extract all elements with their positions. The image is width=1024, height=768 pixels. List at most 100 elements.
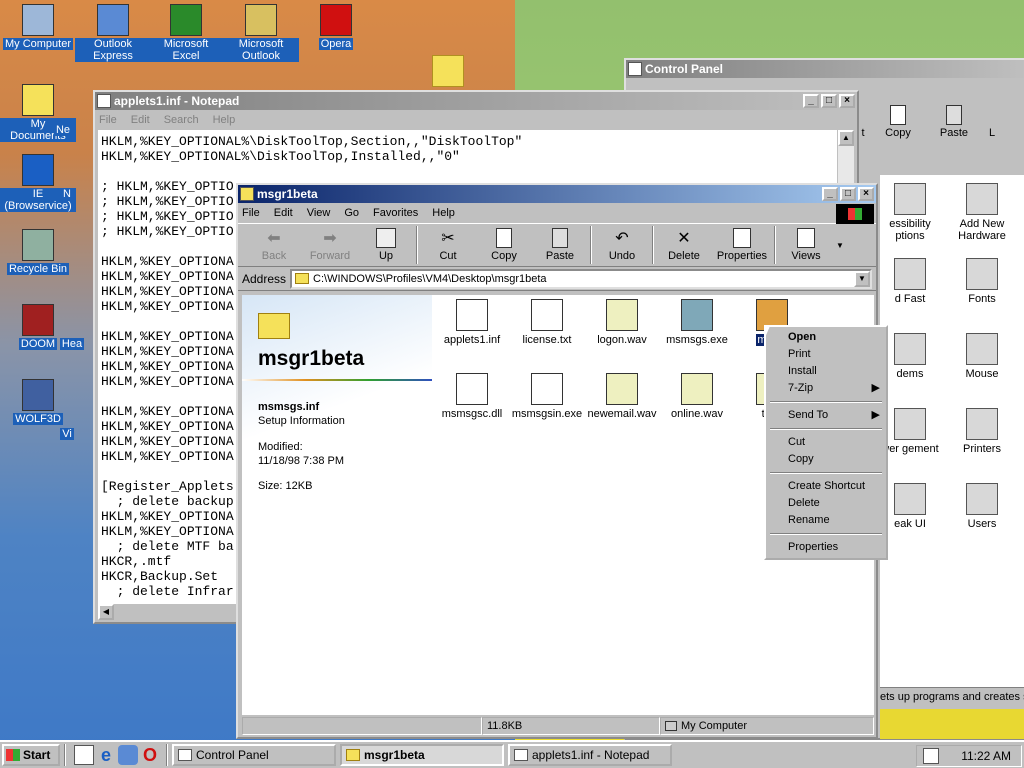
desktop-icon[interactable]: WOLF3D <box>0 379 76 425</box>
address-bar: Address C:\WINDOWS\Profiles\VM4\Desktop\… <box>238 267 876 291</box>
control-panel-item[interactable]: Add New Hardware <box>946 183 1018 242</box>
cp-toolbar-copy[interactable]: Copy <box>870 105 926 147</box>
menu-search[interactable]: Search <box>164 114 199 126</box>
context-menu-item[interactable]: 7-Zip ▶ <box>768 380 884 397</box>
menu-help[interactable]: Help <box>213 114 236 126</box>
context-menu-item[interactable]: Cut <box>768 434 884 451</box>
context-menu-item[interactable]: Copy <box>768 451 884 468</box>
scroll-left-icon[interactable]: ◀ <box>98 604 114 620</box>
file-item[interactable]: logon.wav <box>582 299 662 346</box>
tray-network-icon[interactable] <box>923 748 939 764</box>
menu-file[interactable]: File <box>99 114 117 126</box>
ie-icon[interactable]: e <box>96 745 116 765</box>
back-button[interactable]: ⬅ Back <box>246 228 302 262</box>
delete-x-icon: ✕ <box>677 230 691 247</box>
file-item[interactable]: license.txt <box>507 299 587 346</box>
views-button[interactable]: Views <box>778 228 834 262</box>
control-panel-item-icon <box>894 483 926 515</box>
delete-button[interactable]: ✕ Delete <box>656 228 712 262</box>
maximize-button[interactable]: □ <box>821 94 837 108</box>
control-panel-item[interactable]: Users <box>946 483 1018 530</box>
file-icon <box>531 373 563 405</box>
desktop-icon[interactable]: Recycle Bin <box>0 229 76 275</box>
control-panel-item[interactable]: d Fast <box>874 258 946 305</box>
control-panel-item[interactable]: Printers <box>946 408 1018 455</box>
copy-button[interactable]: Copy <box>476 228 532 262</box>
file-icon <box>456 373 488 405</box>
address-folder-icon <box>295 273 310 284</box>
views-dropdown-icon[interactable]: ▼ <box>836 241 844 250</box>
menu-go[interactable]: Go <box>344 207 359 219</box>
control-panel-item[interactable]: R <box>1018 408 1024 455</box>
desktop-folder-icon[interactable] <box>410 55 486 89</box>
control-panel-item[interactable]: essibility ptions <box>874 183 946 242</box>
control-panel-item[interactable]: Fonts <box>946 258 1018 305</box>
desktop-icon[interactable]: IE (Browservice) <box>0 154 76 212</box>
context-menu-item[interactable]: Send To ▶ <box>768 407 884 424</box>
cut-button[interactable]: ✂ Cut <box>420 228 476 262</box>
properties-button[interactable]: Properties <box>712 228 772 262</box>
menu-edit[interactable]: Edit <box>274 207 293 219</box>
info-size: Size: 12KB <box>258 480 313 492</box>
address-input[interactable]: C:\WINDOWS\Profiles\VM4\Desktop\msgr1bet… <box>290 268 872 289</box>
file-item[interactable]: msmsgs.exe <box>657 299 737 346</box>
file-item[interactable]: online.wav <box>657 373 737 420</box>
context-menu-item[interactable]: Create Shortcut <box>768 478 884 495</box>
context-menu-item[interactable]: Print <box>768 346 884 363</box>
close-button[interactable]: × <box>858 187 874 201</box>
desktop-icon[interactable]: My Computer <box>0 4 76 50</box>
control-panel-item[interactable]: Add P <box>1018 183 1024 230</box>
control-panel-item[interactable]: M <box>1018 333 1024 380</box>
file-label: msmsgsc.dll <box>441 408 503 420</box>
context-menu-item[interactable]: Open <box>768 329 884 346</box>
minimize-button[interactable]: _ <box>822 187 838 201</box>
maximize-button[interactable]: □ <box>840 187 856 201</box>
channels-icon[interactable] <box>118 745 138 765</box>
control-panel-titlebar[interactable]: Control Panel <box>626 60 1024 78</box>
menu-view[interactable]: View <box>307 207 331 219</box>
clock[interactable]: 11:22 AM <box>961 749 1011 763</box>
address-dropdown-icon[interactable]: ▼ <box>854 270 870 287</box>
file-item[interactable]: newemail.wav <box>582 373 662 420</box>
scroll-up-icon[interactable]: ▲ <box>838 130 854 146</box>
desktop-icon[interactable]: Opera <box>298 4 374 50</box>
paste-icon <box>552 228 568 248</box>
context-menu-item[interactable]: Delete <box>768 495 884 512</box>
show-desktop-icon[interactable] <box>74 745 94 765</box>
forward-button[interactable]: ➡ Forward <box>302 228 358 262</box>
context-menu[interactable]: Open Print Install 7-Zip ▶ Send To ▶ Cut Copy Cre… <box>764 325 888 560</box>
panel-folder-title: msgr1beta <box>258 347 365 370</box>
desktop-icon[interactable]: Outlook Express <box>75 4 151 62</box>
opera-icon[interactable]: O <box>140 745 160 765</box>
file-item[interactable]: applets1.inf <box>432 299 512 346</box>
context-menu-item[interactable]: Rename <box>768 512 884 529</box>
context-menu-item[interactable]: Properties <box>768 539 884 556</box>
up-button[interactable]: Up <box>358 228 414 262</box>
notepad-titlebar[interactable]: applets1.inf - Notepad _ □ × <box>95 92 857 110</box>
menu-favorites[interactable]: Favorites <box>373 207 418 219</box>
task-notepad[interactable]: applets1.inf - Notepad <box>508 744 672 766</box>
task-control-panel[interactable]: Control Panel <box>172 744 336 766</box>
desktop-icon[interactable]: Microsoft Excel <box>148 4 224 62</box>
cp-toolbar-partial[interactable]: L <box>982 105 1002 147</box>
start-button[interactable]: Start <box>2 744 60 766</box>
file-item[interactable]: msmsgsc.dll <box>432 373 512 420</box>
context-menu-item[interactable]: Install <box>768 363 884 380</box>
menu-edit[interactable]: Edit <box>131 114 150 126</box>
submenu-arrow-icon: ▶ <box>871 382 880 394</box>
minimize-button[interactable]: _ <box>803 94 819 108</box>
close-button[interactable]: × <box>839 94 855 108</box>
undo-button[interactable]: ↶ Undo <box>594 228 650 262</box>
menu-help[interactable]: Help <box>432 207 455 219</box>
file-item[interactable]: msmsgsin.exe <box>507 373 587 420</box>
menu-file[interactable]: File <box>242 207 260 219</box>
explorer-titlebar[interactable]: msgr1beta _ □ × <box>238 185 876 203</box>
control-panel-item[interactable]: Mouse <box>946 333 1018 380</box>
computer-icon <box>665 721 677 731</box>
cp-toolbar-paste[interactable]: Paste <box>926 105 982 147</box>
paste-button[interactable]: Paste <box>532 228 588 262</box>
info-filename: msmsgs.inf <box>258 401 320 413</box>
task-msgr1beta[interactable]: msgr1beta <box>340 744 504 766</box>
desktop-icon[interactable]: Microsoft Outlook <box>223 4 299 62</box>
windows-flag-icon <box>6 749 20 761</box>
